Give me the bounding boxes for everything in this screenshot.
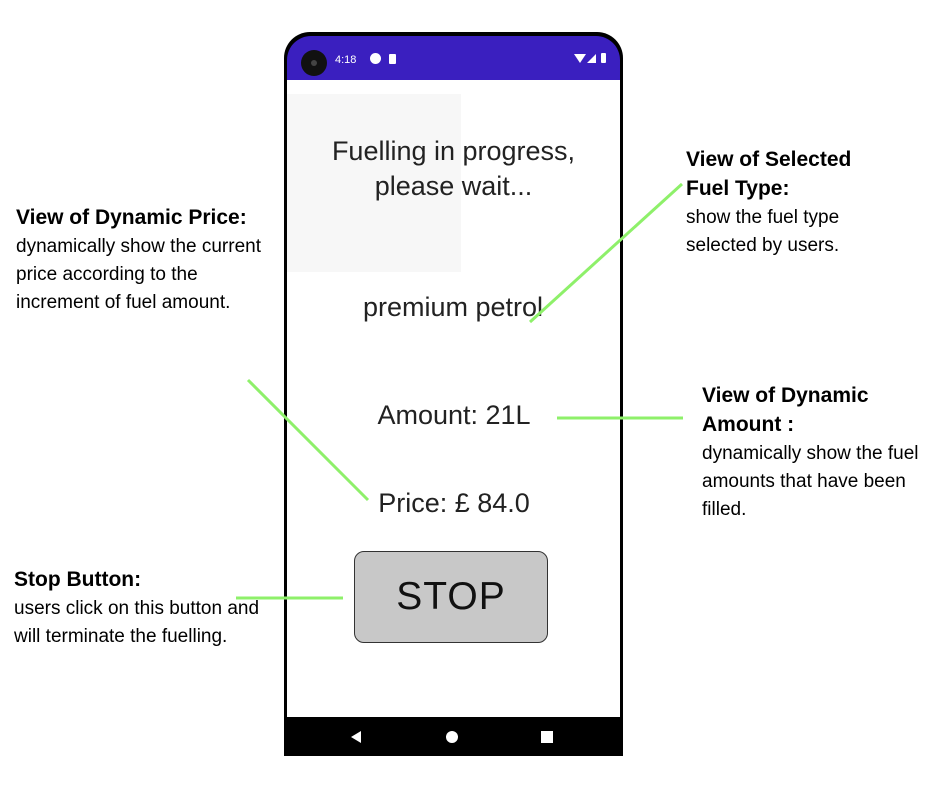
- status-time: 4:18: [335, 54, 357, 66]
- status-bar: 4:18: [287, 36, 620, 80]
- battery-icon: [601, 53, 606, 63]
- sd-card-icon: [389, 54, 396, 64]
- notification-icon: [370, 53, 381, 64]
- amount-annotation-heading: View of Dynamic Amount :: [702, 384, 869, 436]
- back-icon[interactable]: [351, 731, 361, 743]
- stop-annotation-heading: Stop Button:: [14, 568, 142, 591]
- price-annotation-heading: View of Dynamic Price:: [16, 206, 247, 229]
- app-screen: Fuelling in progress, please wait... pre…: [287, 80, 620, 717]
- fuel-type-annotation-heading: View of Selected Fuel Type:: [686, 148, 852, 200]
- amount-annotation: View of Dynamic Amount : dynamically sho…: [702, 382, 942, 524]
- phone-frame: 4:18 Fuelling in progress, please wait..…: [284, 32, 623, 756]
- stop-annotation-body: users click on this button and will term…: [14, 598, 260, 647]
- camera-icon: [301, 50, 327, 76]
- fuel-type-annotation: View of Selected Fuel Type: show the fue…: [686, 146, 896, 260]
- navigation-bar: [287, 717, 620, 756]
- selected-fuel-type: premium petrol: [362, 292, 544, 322]
- stop-annotation: Stop Button: users click on this button …: [14, 566, 264, 651]
- fuel-type-annotation-body: show the fuel type selected by users.: [686, 207, 840, 256]
- progress-message: Fuelling in progress, please wait...: [331, 136, 576, 201]
- signal-icon: [587, 54, 596, 63]
- dynamic-amount: Amount: 21L: [377, 400, 531, 430]
- wifi-icon: [574, 54, 586, 63]
- price-annotation-body: dynamically show the current price accor…: [16, 236, 261, 313]
- stop-button[interactable]: STOP: [354, 551, 548, 643]
- dynamic-price: Price: £ 84.0: [378, 488, 530, 518]
- price-annotation: View of Dynamic Price: dynamically show …: [16, 204, 266, 317]
- amount-annotation-body: dynamically show the fuel amounts that h…: [702, 443, 919, 520]
- home-icon[interactable]: [446, 731, 458, 743]
- recent-apps-icon[interactable]: [541, 731, 553, 743]
